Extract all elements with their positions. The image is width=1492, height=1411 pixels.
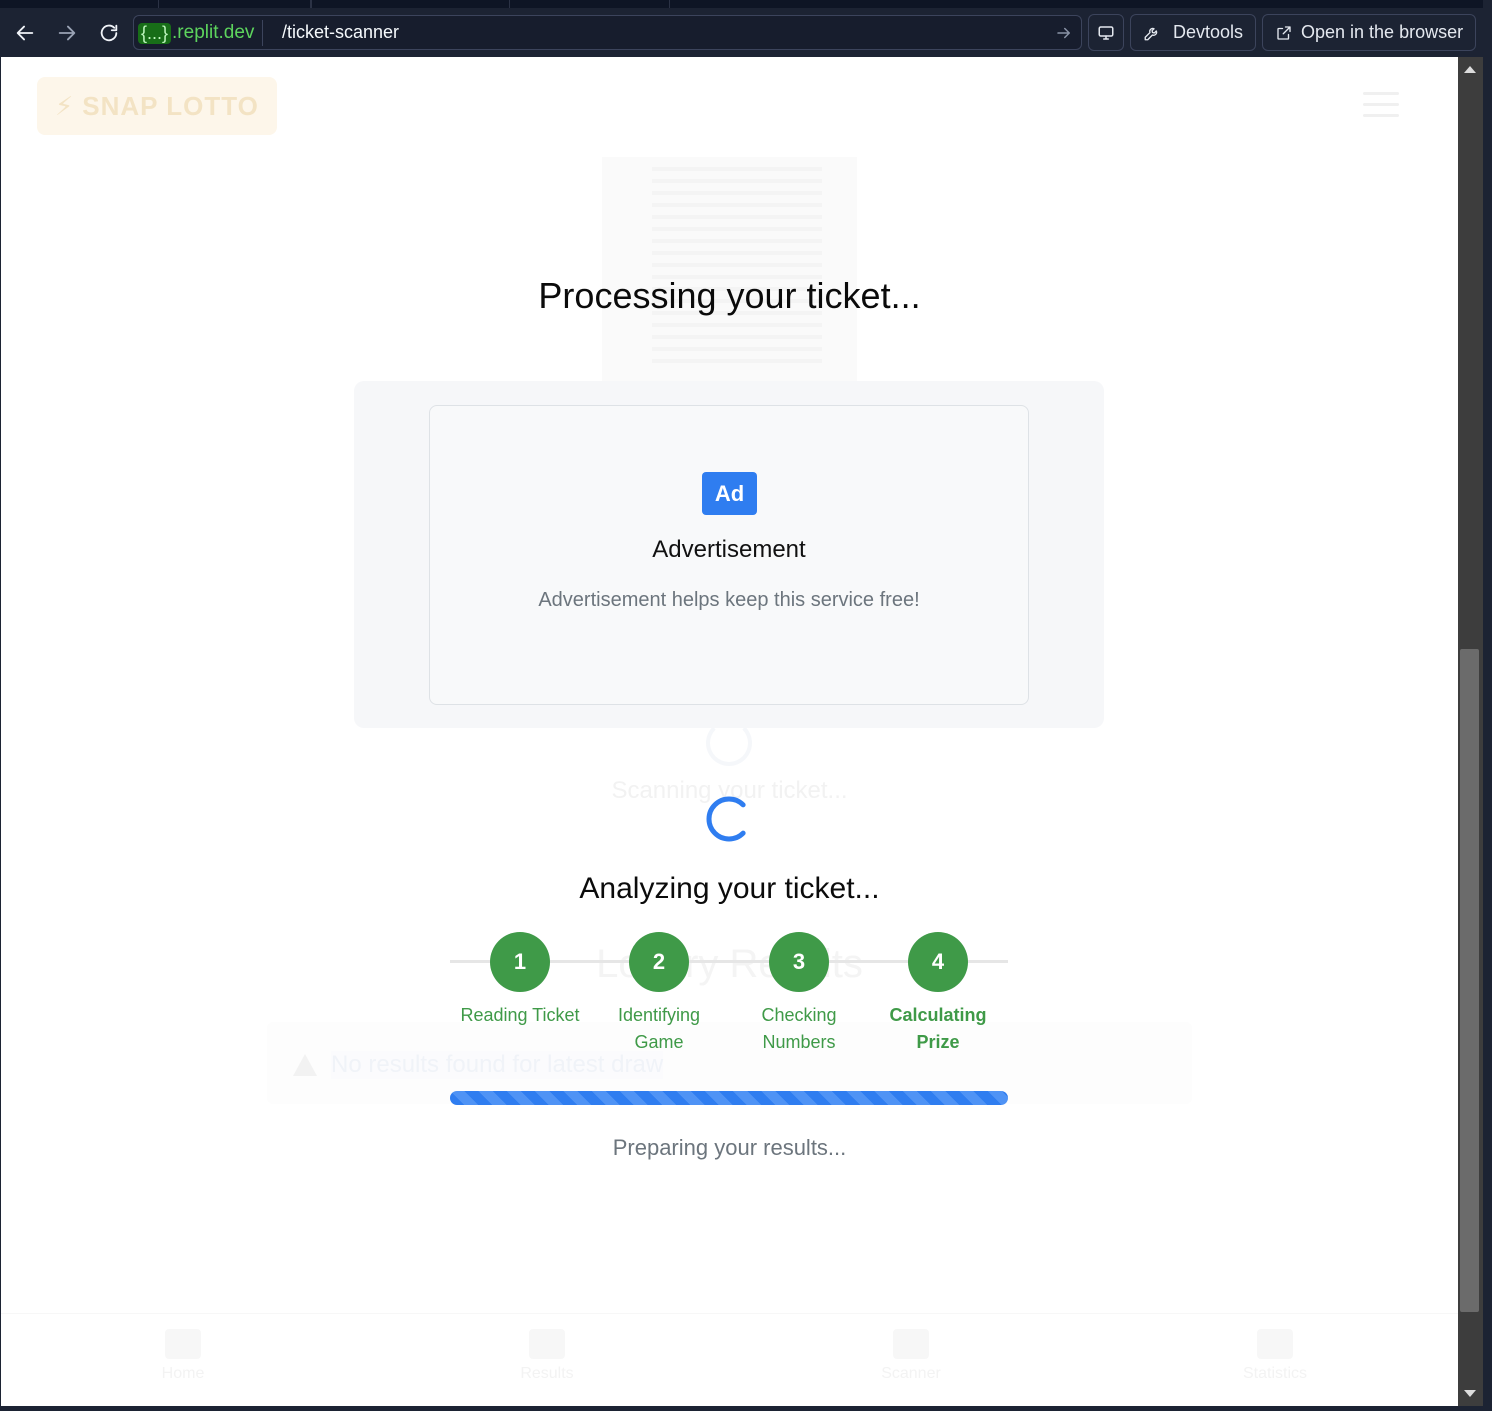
processing-title: Processing your ticket... [538, 275, 921, 316]
reload-icon [100, 24, 118, 42]
bottom-nav-statistics[interactable]: Statistics [1215, 1329, 1335, 1383]
background-page: ⚡ SNAP LOTTO Scanning your ticket... Lot… [1, 57, 1458, 1406]
results-title: Lottery Results [596, 942, 863, 986]
open-in-browser-button[interactable]: Open in the browser [1262, 14, 1476, 51]
step-4-circle: 4 [908, 932, 968, 992]
vertical-scrollbar[interactable] [1458, 57, 1483, 1406]
screen-button[interactable] [1088, 14, 1124, 51]
ad-container: Ad Advertisement Advertisement helps kee… [354, 381, 1104, 728]
forward-button[interactable] [52, 18, 82, 48]
step-1-label: Reading Ticket [460, 1005, 580, 1025]
footer-divider [1, 1313, 1458, 1314]
reload-button[interactable] [94, 18, 124, 48]
app-logo[interactable]: ⚡ SNAP LOTTO [37, 77, 277, 135]
warning-icon [293, 1054, 317, 1076]
arrow-right-icon [58, 25, 76, 41]
bar-chart-icon [1257, 1329, 1293, 1359]
step-2-circle: 2 [629, 932, 689, 992]
step-2-label: Identifying Game [617, 1005, 701, 1052]
bottom-nav-home[interactable]: Home [123, 1329, 243, 1383]
url-host: {...} .replit.dev [138, 20, 264, 46]
browser-tab[interactable] [311, 0, 510, 8]
loading-spinner [706, 796, 746, 842]
analyzing-title: Analyzing your ticket... [579, 872, 880, 905]
ad-title: Advertisement [652, 536, 806, 563]
back-button[interactable] [10, 18, 40, 48]
bolt-icon: ⚡ [55, 90, 75, 121]
external-link-icon [1277, 25, 1291, 40]
go-arrow-icon[interactable] [1055, 24, 1073, 42]
window-edge [0, 1406, 1492, 1411]
url-path[interactable]: /ticket-scanner [282, 22, 399, 43]
step-3-circle: 3 [769, 932, 829, 992]
ad-card[interactable]: Ad Advertisement Advertisement helps kee… [429, 405, 1029, 705]
devtools-label: Devtools [1173, 22, 1244, 42]
home-icon [165, 1329, 201, 1359]
status-text: Preparing your results... [612, 1135, 847, 1160]
bottom-nav-label: Home [161, 1365, 205, 1382]
bottom-nav-results[interactable]: Results [487, 1329, 607, 1383]
scroll-thumb[interactable] [1460, 649, 1479, 1312]
window-edge [1483, 0, 1492, 1411]
monitor-icon [1098, 25, 1114, 40]
bottom-nav-scanner[interactable]: Scanner [851, 1329, 971, 1383]
hamburger-menu-icon[interactable] [1363, 92, 1399, 118]
step-4-label: Calculating Prize [889, 1005, 987, 1052]
open-in-browser-label: Open in the browser [1301, 22, 1464, 42]
ticket-image-preview [602, 157, 857, 382]
bottom-nav: Home Results Scanner Statistics [1, 1319, 1458, 1406]
devtools-button[interactable]: Devtools [1130, 14, 1256, 51]
wrench-icon [1144, 27, 1158, 40]
browser-toolbar: {...} .replit.dev /ticket-scanner Devtoo… [0, 8, 1492, 57]
bottom-nav-label: Scanner [881, 1365, 941, 1382]
ad-badge-icon: Ad [702, 472, 757, 515]
app-logo-text: SNAP LOTTO [82, 90, 259, 121]
step-1-circle: 1 [490, 932, 550, 992]
browser-tab-divider [669, 0, 670, 8]
ad-description: Advertisement helps keep this service fr… [538, 589, 920, 611]
tab-strip [0, 0, 1492, 8]
scroll-up-arrow-icon[interactable] [1464, 66, 1476, 73]
bottom-nav-label: Results [520, 1365, 574, 1382]
step-3-label: Checking Numbers [761, 1005, 837, 1052]
arrow-left-icon [16, 25, 34, 41]
browser-tab[interactable] [158, 0, 311, 8]
url-host-brace: {...} [138, 22, 172, 44]
url-bar[interactable]: {...} .replit.dev /ticket-scanner [133, 15, 1082, 50]
progress-bar [450, 1091, 1008, 1105]
list-icon [529, 1329, 565, 1359]
scroll-down-arrow-icon[interactable] [1464, 1390, 1476, 1397]
bottom-nav-label: Statistics [1242, 1365, 1307, 1382]
camera-icon [893, 1329, 929, 1359]
web-viewport: ⚡ SNAP LOTTO Scanning your ticket... Lot… [1, 57, 1458, 1406]
url-host-domain: .replit.dev [172, 22, 255, 43]
